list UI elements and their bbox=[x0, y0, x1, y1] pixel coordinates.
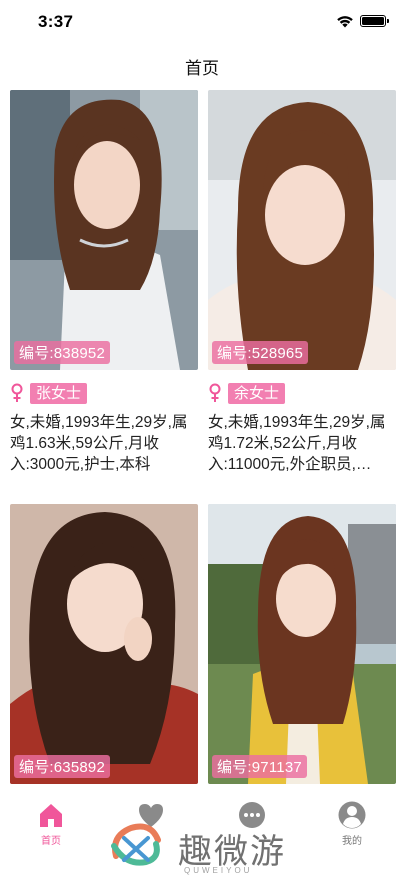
female-icon bbox=[209, 383, 221, 402]
profile-photo[interactable]: 编号:528965 bbox=[208, 90, 396, 370]
profile-photo-image bbox=[10, 90, 198, 370]
profile-id-badge: 编号:838952 bbox=[14, 341, 111, 364]
page-title: 首页 bbox=[185, 59, 219, 78]
profile-description: 女,未婚,1993年生,29岁,属鸡1.63米,59公斤,月收入:3000元,护… bbox=[10, 414, 188, 473]
profile-id-badge: 编号:971137 bbox=[212, 755, 307, 778]
status-time: 3:37 bbox=[38, 12, 74, 31]
profile-description: 女,未婚,1993年生,29岁,属鸡1.72米,52公斤,月收入:11000元,… bbox=[208, 414, 386, 473]
wifi-icon bbox=[337, 16, 353, 28]
profile-photo-image bbox=[208, 504, 396, 784]
name-row: 余女士 bbox=[208, 382, 396, 404]
tab-label: 我的 bbox=[342, 836, 362, 847]
profile-photo[interactable]: 编号:971137 bbox=[208, 504, 396, 784]
battery-icon bbox=[360, 15, 389, 27]
profile-photo-image bbox=[208, 90, 396, 370]
name-tag: 张女士 bbox=[30, 382, 88, 404]
watermark: 趣微游 QUWEIYOU bbox=[106, 816, 306, 876]
profile-id-badge: 编号:635892 bbox=[14, 755, 111, 778]
watermark-subtext: QUWEIYOU bbox=[184, 866, 253, 875]
profile-card[interactable]: 编号:635892 bbox=[10, 504, 198, 784]
status-icons bbox=[336, 14, 389, 28]
profile-card[interactable]: 编号:971137 bbox=[208, 504, 396, 784]
profile-photo[interactable]: 编号:635892 bbox=[10, 504, 198, 784]
profile-photo-image bbox=[10, 504, 198, 784]
female-icon bbox=[11, 383, 23, 402]
profile-photo[interactable]: 编号:838952 bbox=[10, 90, 198, 370]
watermark-logo-icon bbox=[111, 823, 161, 866]
tab-profile[interactable]: 我的 bbox=[322, 800, 382, 847]
tab-home[interactable]: 首页 bbox=[21, 800, 81, 847]
name-row: 张女士 bbox=[10, 382, 198, 404]
profile-id-badge: 编号:528965 bbox=[212, 341, 309, 364]
status-bar: 3:37 bbox=[0, 0, 404, 44]
home-icon bbox=[40, 804, 62, 827]
profile-card[interactable]: 编号:838952 张女士 女,未婚,1993年生,29岁,属鸡1.63米,59… bbox=[10, 90, 198, 475]
tab-label: 首页 bbox=[41, 836, 61, 847]
name-tag: 余女士 bbox=[228, 382, 286, 404]
profile-card[interactable]: 编号:528965 余女士 女,未婚,1993年生,29岁,属鸡1.72米,52… bbox=[208, 90, 396, 475]
profile-icon bbox=[338, 801, 366, 829]
